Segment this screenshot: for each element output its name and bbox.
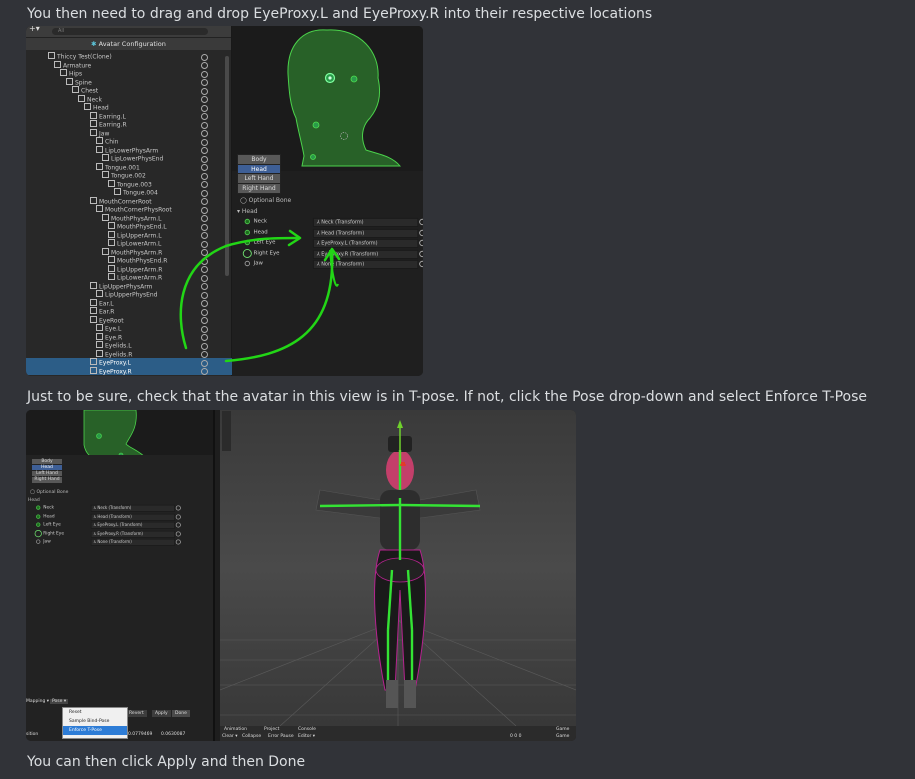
- bone-transform-value: Head (Transform): [97, 514, 132, 519]
- bone-row: Left Eye ⅄ EyeProxy.L (Transform): [26, 521, 181, 529]
- mapping-dropdown[interactable]: Mapping ▾: [26, 699, 49, 704]
- object-picker-icon[interactable]: [175, 505, 181, 511]
- message-text-1: You then need to drag and drop EyeProxy.…: [27, 6, 653, 22]
- pose-menu-sample-bind-pose[interactable]: Sample Bind-Pose: [63, 717, 127, 726]
- scene-viewport: [219, 410, 576, 727]
- done-button[interactable]: Done: [172, 710, 190, 717]
- bone-status-icon: [36, 522, 41, 527]
- tab-game[interactable]: Game: [556, 727, 569, 732]
- position-label: sition: [26, 732, 39, 737]
- body-part-button-right-hand[interactable]: Right Hand: [31, 476, 63, 484]
- screenshot-scene-tpose: Body Head Left Hand Right Hand ◯ Optional B…: [26, 410, 576, 741]
- drag-arrow-annotation: [179, 229, 341, 363]
- message-text-3: You can then click Apply and then Done: [27, 754, 306, 770]
- bone-label: Left Eye: [43, 521, 61, 527]
- screenshot-avatar-configuration: +▾ All ✱ Avatar Configuration Thiccy Tes…: [26, 26, 423, 376]
- bone-row: Head ⅄ Head (Transform): [26, 513, 181, 521]
- bone-transform-field[interactable]: ⅄ Head (Transform): [90, 513, 176, 521]
- head-silhouette-2: [26, 410, 213, 455]
- game-select[interactable]: Game: [556, 734, 569, 739]
- revert-button[interactable]: Revert: [126, 710, 147, 717]
- object-picker-icon[interactable]: [175, 539, 181, 545]
- pose-menu-reset[interactable]: Reset: [63, 708, 127, 717]
- bone-transform-value: None (Transform): [97, 540, 132, 545]
- object-picker-icon[interactable]: [175, 513, 181, 519]
- bone-status-icon: [34, 529, 42, 537]
- bone-label: Neck: [43, 504, 55, 510]
- object-picker-icon[interactable]: [175, 522, 181, 528]
- message-text-2: Just to be sure, check that the avatar i…: [27, 389, 868, 405]
- bone-status-icon: [36, 513, 41, 519]
- bone-status-icon: [36, 505, 41, 510]
- bone-transform-value: Neck (Transform): [97, 506, 132, 511]
- tab-console[interactable]: Console: [298, 727, 316, 732]
- bone-status-icon: [36, 539, 41, 544]
- bone-transform-field[interactable]: ⅄ EyeProxy.R (Transform): [90, 530, 176, 538]
- object-picker-icon[interactable]: [175, 530, 181, 536]
- apply-button[interactable]: Apply: [152, 710, 171, 717]
- pose-menu-enforce-tpose[interactable]: Enforce T-Pose: [63, 726, 127, 735]
- console-clear[interactable]: Clear ▾: [222, 734, 237, 739]
- tab-animation[interactable]: Animation: [224, 727, 247, 732]
- bone-group-head-2[interactable]: Head: [28, 498, 40, 503]
- bone-label: Right Eye: [43, 530, 64, 536]
- bottom-panel-bar: Animation Project Console Clear ▾ Collap…: [220, 726, 576, 741]
- console-counts: 0 0 0: [510, 734, 522, 739]
- bone-row: Right Eye ⅄ EyeProxy.R (Transform): [26, 529, 181, 538]
- scene-tools[interactable]: [222, 411, 231, 451]
- console-collapse[interactable]: Collapse: [242, 734, 261, 739]
- scene-view[interactable]: [219, 410, 576, 727]
- tab-project[interactable]: Project: [264, 727, 279, 732]
- bone-transform-field[interactable]: ⅄ None (Transform): [90, 538, 176, 546]
- bone-transform-field[interactable]: ⅄ Neck (Transform): [90, 504, 176, 512]
- console-editor[interactable]: Editor ▾: [298, 734, 315, 739]
- bone-row: Jaw ⅄ None (Transform): [26, 538, 181, 546]
- bone-label: Head: [43, 513, 55, 519]
- avatar-config-panel: Body Head Left Hand Right Hand ◯ Optional B…: [26, 410, 215, 741]
- optional-bone-legend-2: ◯ Optional Bone: [30, 490, 69, 495]
- bone-row: Neck ⅄ Neck (Transform): [26, 504, 181, 512]
- position-value-2[interactable]: 0.0630087: [161, 732, 185, 737]
- position-value[interactable]: 0.0779469: [128, 732, 152, 737]
- console-error-pause[interactable]: Error Pause: [268, 734, 294, 739]
- pose-menu: Reset Sample Bind-Pose Enforce T-Pose: [62, 707, 128, 739]
- bone-transform-field[interactable]: ⅄ EyeProxy.L (Transform): [90, 521, 176, 529]
- bone-transform-value: EyeProxy.R (Transform): [97, 531, 143, 536]
- bone-label: Jaw: [43, 538, 51, 544]
- bone-transform-value: EyeProxy.L (Transform): [97, 523, 143, 528]
- pose-dropdown[interactable]: Pose ▾: [50, 699, 69, 704]
